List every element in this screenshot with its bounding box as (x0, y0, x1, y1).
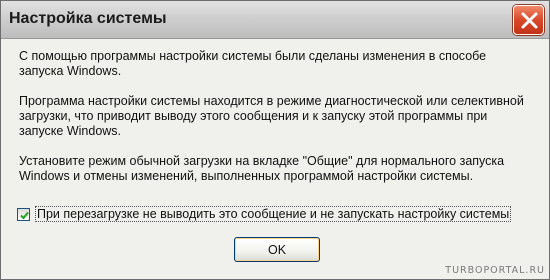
window-title: Настройка системы (9, 10, 167, 27)
title-bar[interactable]: Настройка системы (1, 1, 549, 39)
message-paragraph-3: Установите режим обычной загрузки на вкл… (19, 154, 505, 183)
system-configuration-dialog: Настройка системы С помощью программы на… (0, 0, 550, 280)
ok-button[interactable]: OK (234, 237, 320, 262)
message-paragraph-1: С помощью программы настройки системы бы… (19, 49, 487, 78)
message-body: С помощью программы настройки системы бы… (19, 49, 531, 199)
close-icon (521, 12, 538, 29)
dont-show-again-checkbox[interactable] (17, 207, 30, 221)
dont-show-again-option[interactable]: При перезагрузке не выводить это сообщен… (17, 206, 512, 222)
close-button[interactable] (513, 5, 544, 35)
watermark-text: TURBOPORTAL.RU (445, 265, 545, 276)
message-paragraph-2: Программа настройки системы находится в … (19, 94, 524, 138)
dont-show-again-label[interactable]: При перезагрузке не выводить это сообщен… (35, 206, 512, 222)
checkmark-icon (20, 211, 29, 219)
